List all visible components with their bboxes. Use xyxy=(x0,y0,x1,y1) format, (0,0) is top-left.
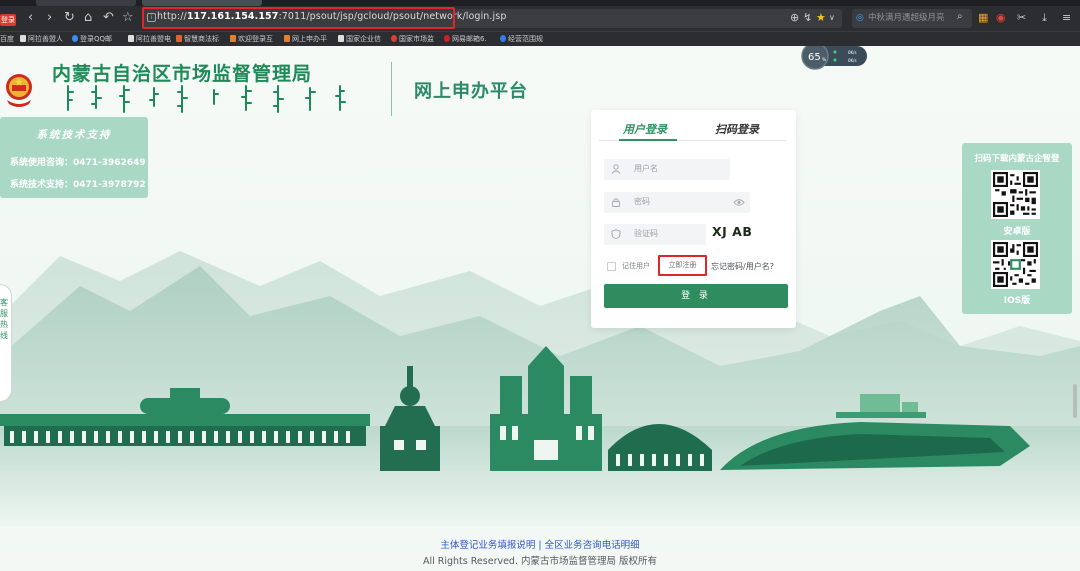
android-label: 安卓版 xyxy=(1003,227,1031,237)
upload-speed: 0K/s xyxy=(848,50,857,55)
footer-copyright: All Rights Reserved. 内蒙古市场监督管理局 版权所有 xyxy=(422,556,658,567)
bookmark-star-icon[interactable]: ☆ xyxy=(122,9,134,27)
remember-label[interactable]: 记住用户 xyxy=(622,261,650,271)
captcha-placeholder: 验证码 xyxy=(634,229,658,238)
page-content: 内蒙古自治区市场监督管理局 网上申办平台 系统技术支持 系统使用咨询：0471-… xyxy=(0,46,1080,571)
customer-service-tab[interactable]: 客服热线 xyxy=(0,284,12,402)
network-speed-widget[interactable]: 65 % 0K/s 0K/s xyxy=(801,46,867,70)
bookmark-item[interactable]: 阿拉善盟人 xyxy=(20,34,63,45)
favorite-icon[interactable]: ★ xyxy=(816,11,826,24)
captcha-image[interactable]: XJ AB xyxy=(712,224,752,239)
bookmark-item[interactable]: 登录QQ邮 xyxy=(72,34,112,45)
support-consult-phone: 系统使用咨询：0471-3962649 xyxy=(10,158,146,168)
bookmark-item[interactable]: 欢迎登录互 xyxy=(230,34,273,45)
back-icon[interactable]: ‹ xyxy=(28,9,33,27)
landscape-illustration xyxy=(0,251,1080,526)
bookmark-item[interactable]: 国家市场监 xyxy=(391,34,434,45)
footer-links[interactable]: 主体登记业务填报说明 | 全区业务咨询电话明细 xyxy=(0,537,1080,551)
username-placeholder: 用户名 xyxy=(634,164,658,173)
bookmark-item[interactable]: 经营范围规 xyxy=(500,34,543,45)
game-icon[interactable]: ◉ xyxy=(996,11,1006,24)
browser-logo-badge[interactable]: 登录 xyxy=(0,14,16,26)
zoom-icon[interactable]: ⊕ xyxy=(790,11,799,24)
agency-title: 内蒙古自治区市场监督管理局 xyxy=(52,63,313,85)
search-engine-icon: ◎ xyxy=(856,13,864,23)
login-card: 用户登录 扫码登录 用户名 密码 验证码 XJ AB 记住用户 立即注册 忘记密… xyxy=(591,110,796,328)
scissors-icon[interactable]: ✂ xyxy=(1017,11,1026,24)
ios-qr-code[interactable] xyxy=(991,240,1040,289)
support-tech-phone: 系统技术支持：0471-3978792 xyxy=(10,180,146,190)
undo-icon[interactable]: ↶ xyxy=(103,9,114,27)
qr-code-icon xyxy=(993,172,1038,217)
chevron-down-icon[interactable]: ∨ xyxy=(829,13,835,22)
download-icon[interactable]: ⤓ xyxy=(1042,11,1047,25)
qr-code-icon xyxy=(993,242,1038,287)
password-field[interactable]: 密码 xyxy=(604,192,750,213)
android-qr-code[interactable] xyxy=(991,170,1040,219)
qr-panel-title: 扫码下载内蒙古企智登 xyxy=(974,154,1060,164)
remember-checkbox[interactable] xyxy=(607,262,616,271)
forgot-password-link[interactable]: 忘记密码/用户名? xyxy=(711,261,774,272)
home-icon[interactable]: ⌂ xyxy=(84,9,92,27)
national-emblem-icon xyxy=(6,74,32,107)
download-speed: 0K/s xyxy=(848,58,857,63)
bookmark-item[interactable]: 国家企业信 xyxy=(338,34,381,45)
password-placeholder: 密码 xyxy=(634,197,650,206)
tech-support-panel: 系统技术支持 系统使用咨询：0471-3962649 系统技术支持：0471-3… xyxy=(0,117,148,198)
eye-icon[interactable] xyxy=(733,198,745,207)
speed-percent-unit: % xyxy=(822,57,827,63)
bookmark-item[interactable]: 网上申办平 xyxy=(284,34,327,45)
user-icon xyxy=(611,164,621,174)
bookmark-item[interactable]: 网易邮箱6. xyxy=(444,34,487,45)
url-annotation-box xyxy=(142,7,455,29)
search-input[interactable]: ◎ 中秋满月遇超级月亮 xyxy=(852,9,972,28)
support-heading: 系统技术支持 xyxy=(36,129,112,141)
register-link[interactable]: 立即注册 xyxy=(658,255,707,276)
mongolian-script-logo xyxy=(67,85,346,113)
customer-service-label: 客服热线 xyxy=(0,298,8,340)
lock-icon xyxy=(612,198,620,207)
bookmark-item[interactable]: 阿拉善盟电 xyxy=(128,34,171,45)
captcha-field[interactable]: 验证码 xyxy=(604,224,706,245)
bookmark-item[interactable]: 智慧商法标 xyxy=(176,34,219,45)
active-tab-indicator xyxy=(619,139,677,141)
menu-icon[interactable]: ≡ xyxy=(1062,11,1071,24)
page-scrollbar[interactable] xyxy=(1073,384,1077,418)
apps-icon[interactable]: ▦ xyxy=(978,11,988,24)
login-button[interactable]: 登 录 xyxy=(604,284,788,308)
header-divider xyxy=(391,62,392,116)
reload-icon[interactable]: ↻ xyxy=(64,9,75,27)
bookmarks-bar: 百度 阿拉善盟人 登录QQ邮 阿拉善盟电 智慧商法标 欢迎登录互 网上申办平 国… xyxy=(0,31,1080,46)
bookmark-item[interactable]: 百度 xyxy=(0,34,14,45)
app-download-panel: 扫码下载内蒙古企智登 安卓版 IOS版 xyxy=(962,143,1072,314)
platform-title: 网上申办平台 xyxy=(414,81,528,102)
browser-toolbar: 登录 ‹ › ↻ ⌂ ↶ ☆ i http://117.161.154.157:… xyxy=(0,6,1080,31)
ios-label: IOS版 xyxy=(1003,296,1031,306)
share-icon[interactable]: ↯ xyxy=(803,11,812,24)
search-icon[interactable]: ⌕ xyxy=(957,11,963,22)
username-field[interactable]: 用户名 xyxy=(604,159,730,180)
shield-icon xyxy=(611,229,621,239)
forward-icon[interactable]: › xyxy=(47,9,52,27)
tab-scan-login[interactable]: 扫码登录 xyxy=(715,121,759,137)
tab-user-login[interactable]: 用户登录 xyxy=(623,121,667,137)
speed-percent: 65 xyxy=(808,52,821,63)
